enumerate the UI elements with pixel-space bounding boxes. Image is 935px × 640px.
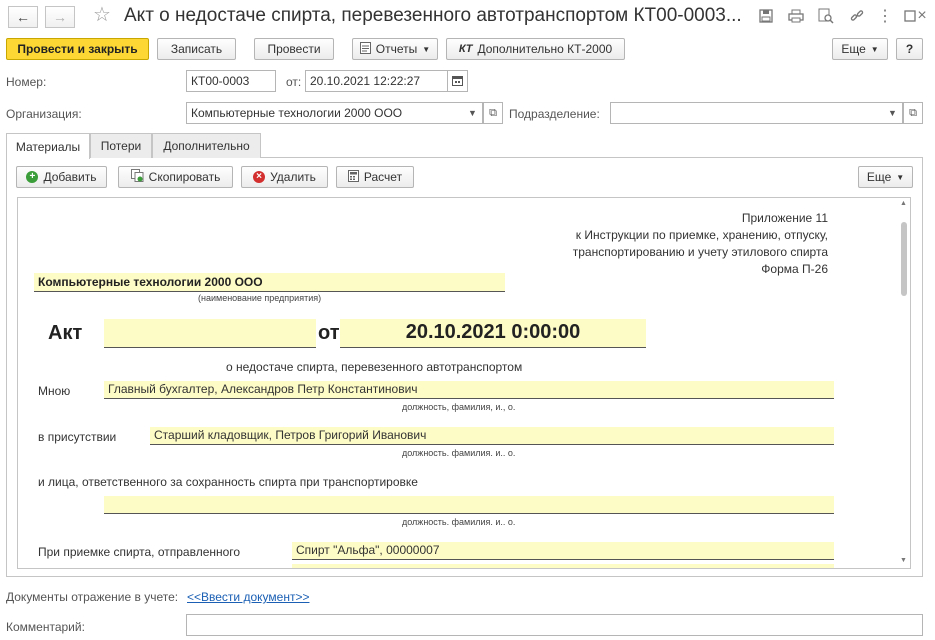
more-vertical-icon[interactable]: ⋮ — [875, 6, 895, 26]
reports-button[interactable]: Отчеты ▼ — [352, 38, 438, 60]
act-date-cell[interactable]: 20.10.2021 0:00:00 — [340, 319, 646, 348]
acceptance-label: При приемке спирта, отправленного — [38, 545, 241, 559]
add-button[interactable]: + Добавить — [16, 166, 107, 188]
tab-more-button[interactable]: Еще ▼ — [858, 166, 913, 188]
org-caption: (наименование предприятия) — [198, 293, 322, 303]
extra-kt2000-label: Дополнительно КТ-2000 — [477, 42, 613, 56]
docs-label: Документы отражение в учете: — [6, 590, 179, 604]
by-me-cell[interactable]: Главный бухгалтер, Александров Петр Конс… — [104, 381, 834, 399]
date-label: от: — [286, 75, 302, 89]
chevron-down-icon: ▼ — [468, 108, 477, 118]
star-icon[interactable]: ☆ — [92, 4, 112, 26]
copy-label: Скопировать — [148, 170, 221, 184]
forward-button[interactable]: → — [45, 6, 75, 28]
responsible-cell[interactable] — [104, 496, 834, 514]
calc-label: Расчет — [363, 170, 403, 184]
tab-more-label: Еще — [866, 170, 892, 184]
presence-label: в присутствии — [38, 430, 117, 444]
plus-icon: + — [26, 171, 39, 183]
post-button[interactable]: Провести — [254, 38, 334, 60]
organization-open[interactable]: ⧉ — [483, 102, 503, 124]
comment-label: Комментарий: — [6, 620, 85, 634]
chevron-down-icon: ▼ — [422, 44, 431, 54]
delete-button[interactable]: × Удалить — [241, 166, 328, 188]
print-icon[interactable] — [786, 6, 806, 26]
appendix-line: к Инструкции по приемке, хранению, отпус… — [575, 228, 828, 242]
date-field[interactable]: 20.10.2021 12:22:27 — [305, 70, 448, 92]
organization-dropdown[interactable]: ▼ — [463, 102, 483, 124]
close-icon[interactable]: × — [912, 6, 932, 26]
appendix-line: Форма П-26 — [761, 262, 828, 276]
open-icon: ⧉ — [909, 106, 917, 119]
save-icon[interactable] — [756, 6, 776, 26]
enter-document-link[interactable]: <<Ввести документ>> — [187, 590, 309, 604]
next-row-cell — [292, 564, 834, 568]
position-caption-3: должность. фамилия. и.. о. — [402, 517, 516, 527]
chevron-down-icon: ▼ — [896, 172, 905, 182]
extra-kt2000-button[interactable]: КТ Дополнительно КТ-2000 — [446, 38, 625, 60]
responsible-label: и лица, ответственного за сохранность сп… — [38, 475, 418, 489]
organization-label: Организация: — [6, 107, 82, 121]
chevron-down-icon: ▼ — [870, 44, 879, 54]
calendar-icon — [452, 75, 463, 88]
back-button[interactable]: ← — [8, 6, 38, 28]
scroll-up-icon[interactable]: ▲ — [900, 200, 907, 207]
appendix-block: Приложение 11 к Инструкции по приемке, х… — [573, 210, 828, 278]
act-number-cell[interactable] — [104, 319, 316, 348]
copy-icon — [130, 169, 144, 185]
window-title: Акт о недостаче спирта, перевезенного ав… — [124, 5, 742, 26]
department-open[interactable]: ⧉ — [903, 102, 923, 124]
calculator-icon — [347, 169, 359, 185]
save-button[interactable]: Записать — [157, 38, 236, 60]
open-icon: ⧉ — [489, 106, 497, 119]
calc-button[interactable]: Расчет — [336, 166, 414, 188]
delete-icon: × — [253, 171, 266, 183]
more-button[interactable]: Еще ▼ — [832, 38, 888, 60]
scroll-down-icon[interactable]: ▼ — [900, 557, 907, 564]
position-caption-2: должность. фамилия. и.. о. — [402, 448, 516, 458]
appendix-line: Приложение 11 — [741, 211, 828, 225]
number-label: Номер: — [6, 75, 47, 89]
comment-field[interactable] — [186, 614, 923, 636]
post-and-close-button[interactable]: Провести и закрыть — [6, 38, 149, 60]
org-name-cell[interactable]: Компьютерные технологии 2000 ООО — [34, 273, 505, 292]
report-scrollbar[interactable]: ▲ ▼ — [898, 198, 910, 568]
presence-cell[interactable]: Старший кладовщик, Петров Григорий Ивано… — [150, 427, 834, 445]
department-field[interactable] — [610, 102, 884, 124]
delete-label: Удалить — [270, 170, 316, 184]
arrow-right-icon: → — [53, 9, 67, 25]
organization-field[interactable]: Компьютерные технологии 2000 ООО — [186, 102, 464, 124]
tab-materials[interactable]: Материалы — [6, 133, 90, 159]
tab-losses[interactable]: Потери — [90, 133, 152, 158]
scrollbar-thumb[interactable] — [901, 222, 907, 296]
act-from-label: от — [318, 322, 340, 344]
department-label: Подразделение: — [509, 107, 600, 121]
link-icon[interactable] — [847, 6, 867, 26]
add-label: Добавить — [43, 170, 97, 184]
department-dropdown[interactable]: ▼ — [883, 102, 903, 124]
acceptance-cell[interactable]: Спирт "Альфа", 00000007 — [292, 542, 834, 560]
kt-icon: КТ — [458, 43, 473, 55]
act-label: Акт — [48, 322, 83, 344]
tab-additional[interactable]: Дополнительно — [152, 133, 261, 158]
position-caption: должность, фамилия, и., о. — [402, 402, 516, 412]
reports-icon — [359, 41, 371, 57]
help-button[interactable]: ? — [896, 38, 923, 60]
reports-label: Отчеты — [375, 42, 418, 56]
arrow-left-icon: ← — [16, 9, 30, 25]
number-field[interactable]: КТ00-0003 — [186, 70, 276, 92]
copy-button[interactable]: Скопировать — [118, 166, 233, 188]
search-doc-icon[interactable] — [816, 6, 836, 26]
more-label: Еще — [841, 42, 866, 56]
calendar-button[interactable] — [448, 70, 468, 92]
report-document[interactable]: Приложение 11 к Инструкции по приемке, х… — [17, 197, 911, 569]
appendix-line: транспортированию и учету этилового спир… — [572, 245, 828, 259]
by-me-label: Мною — [38, 384, 71, 398]
chevron-down-icon: ▼ — [888, 108, 897, 118]
act-subtitle: о недостаче спирта, перевезенного автотр… — [226, 360, 523, 374]
